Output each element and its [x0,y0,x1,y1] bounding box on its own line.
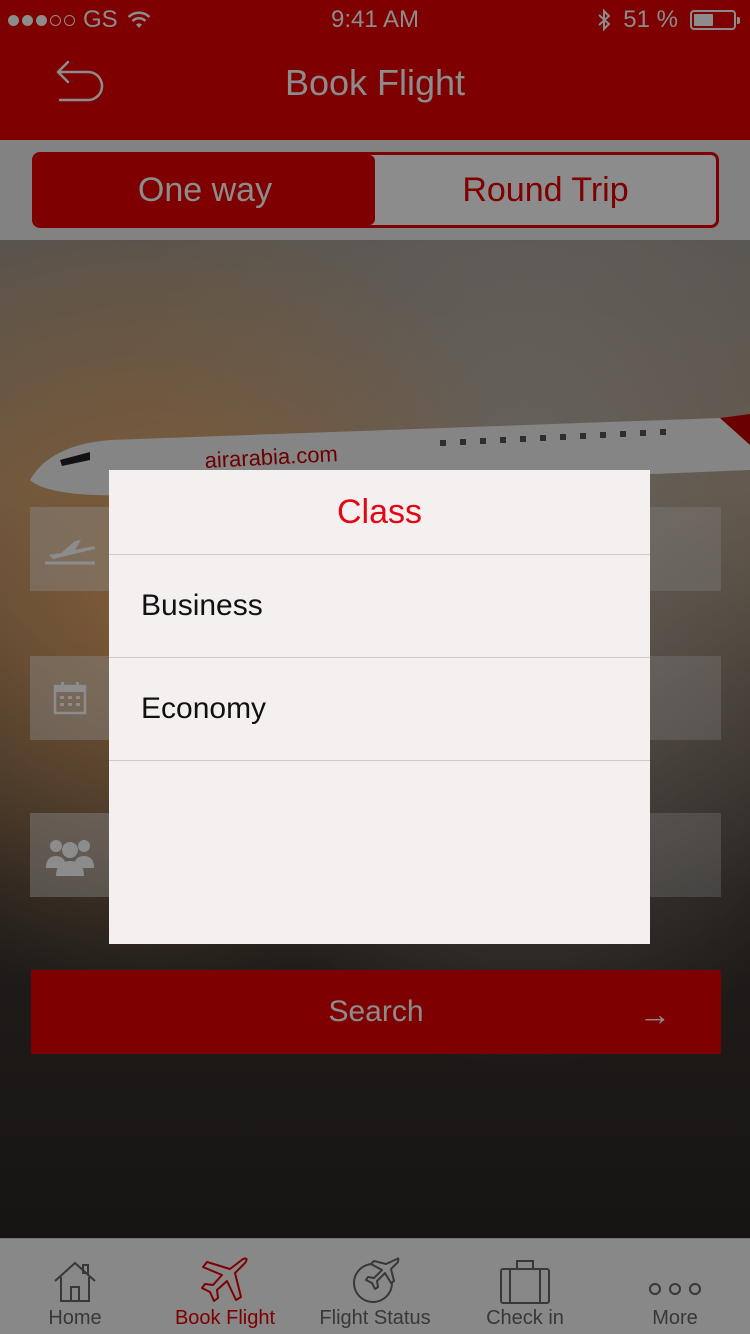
class-option-business[interactable]: Business [109,555,650,658]
class-option-economy[interactable]: Economy [109,658,650,761]
class-picker-title: Class [109,470,650,555]
class-picker-dialog: Class Business Economy [109,470,650,944]
